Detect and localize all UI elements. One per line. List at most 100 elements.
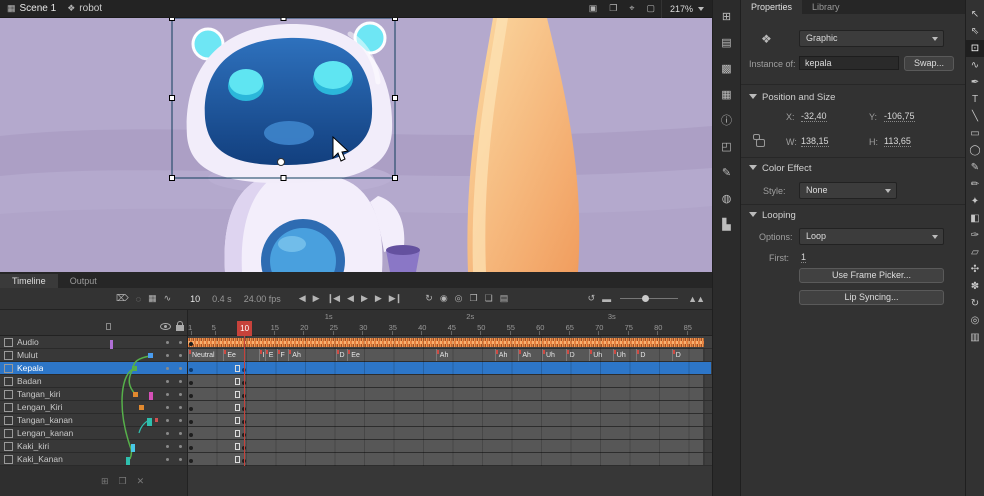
layer-item-mulut[interactable]: Mulut (0, 349, 187, 362)
layer-lock-dot[interactable] (179, 380, 182, 383)
timeline-zoom-slider[interactable] (620, 298, 678, 299)
robot-head-instance[interactable] (187, 23, 392, 183)
layer-visibility-dot[interactable] (166, 445, 169, 448)
frames-row-kaki_kanan[interactable] (188, 453, 712, 466)
current-frame-display[interactable]: 10 (190, 294, 200, 304)
layer-visibility-dot[interactable] (166, 406, 169, 409)
align-panel-icon[interactable]: ⊞ (715, 4, 739, 28)
frame-view-icon[interactable]: ▲▲ (684, 294, 708, 304)
frames-row-kepala[interactable] (188, 362, 712, 375)
onion-skin-icon[interactable]: ◉ (436, 293, 451, 304)
free-transform-tool[interactable]: ⊡ (966, 40, 984, 57)
h-value[interactable]: 113,65 (884, 136, 911, 147)
lip-syncing-button[interactable]: Lip Syncing... (799, 290, 944, 305)
motion-editor-icon[interactable]: ∿ (160, 293, 175, 304)
keyframe-hollow[interactable] (235, 404, 240, 411)
transform-panel-icon[interactable]: ◰ (715, 134, 739, 158)
hand-tool[interactable]: ✽ (966, 278, 984, 295)
center-stage-icon[interactable]: ⌖ (623, 3, 640, 14)
layer-visibility-dot[interactable] (166, 419, 169, 422)
keyframe-hollow[interactable] (235, 365, 240, 372)
eraser-tool[interactable]: ▱ (966, 244, 984, 261)
transform-point[interactable] (278, 159, 285, 166)
instance-name-field[interactable]: kepala (799, 56, 899, 70)
tab-library[interactable]: Library (802, 0, 850, 14)
layer-lock-dot[interactable] (179, 354, 182, 357)
add-camera-icon[interactable]: ⊞ (96, 476, 114, 487)
tab-output[interactable]: Output (58, 274, 109, 288)
loop-icon[interactable]: ↻ (421, 293, 436, 304)
tab-timeline[interactable]: Timeline (0, 274, 58, 288)
breadcrumb-scene[interactable]: Scene 1 (20, 3, 57, 14)
pencil-tool[interactable]: ✎ (966, 159, 984, 176)
keyframe-dot[interactable] (189, 446, 193, 450)
layer-lock-dot[interactable] (179, 406, 182, 409)
width-tool[interactable]: ✣ (966, 261, 984, 278)
keyframe-dot[interactable] (189, 459, 193, 463)
keyframe-hollow[interactable] (235, 430, 240, 437)
layer-item-audio[interactable]: Audio (0, 336, 187, 349)
show-hide-all-icon[interactable] (160, 323, 171, 330)
looping-options-dropdown[interactable]: Loop (799, 228, 944, 245)
keyframe-hollow[interactable] (235, 378, 240, 385)
copy-frames-icon[interactable]: ❏ (481, 293, 496, 304)
playhead-line[interactable] (244, 335, 245, 466)
layer-visibility-dot[interactable] (166, 367, 169, 370)
selection-tool[interactable]: ↖ (966, 6, 984, 23)
symbol-type-dropdown[interactable]: Graphic (799, 30, 944, 47)
delete-frames-icon[interactable]: ⌦ (112, 293, 132, 304)
frames-area[interactable]: 10 1s2s3s1515202530354045505560657075808… (188, 310, 712, 496)
keyframe-dot[interactable] (189, 433, 193, 437)
edit-symbols-icon[interactable]: ❐ (603, 3, 623, 14)
zoom-tool[interactable]: ◎ (966, 312, 984, 329)
layer-lock-dot[interactable] (179, 432, 182, 435)
frames-row-tangan_kiri[interactable] (188, 388, 712, 401)
keyframe-dot[interactable] (189, 394, 193, 398)
fit-stage-icon[interactable]: ▢ (640, 3, 661, 14)
line-tool[interactable]: ╲ (966, 108, 984, 125)
x-value[interactable]: -32,40 (801, 111, 827, 122)
insert-frame-icon[interactable]: ▤ (496, 293, 512, 304)
layer-lock-dot[interactable] (179, 458, 182, 461)
reset-timeline-zoom-icon[interactable]: ↺ (584, 293, 599, 304)
camera-icon[interactable]: ▣ (583, 3, 604, 14)
tab-properties[interactable]: Properties (741, 0, 802, 14)
use-frame-picker-button[interactable]: Use Frame Picker... (799, 268, 944, 283)
delete-layer-icon[interactable]: ✕ (132, 476, 150, 487)
first-frame-icon[interactable]: ❙◀ (323, 293, 343, 304)
keyframe-dot[interactable] (189, 342, 193, 346)
breadcrumb-symbol[interactable]: robot (79, 3, 102, 14)
layer-lock-dot[interactable] (179, 445, 182, 448)
oval-tool[interactable]: ◯ (966, 142, 984, 159)
parent-view-icon[interactable] (106, 323, 111, 330)
layer-visibility-dot[interactable] (166, 432, 169, 435)
position-size-section-header[interactable]: Position and Size (749, 92, 835, 103)
color-panel-icon[interactable]: ▩ (715, 56, 739, 80)
frame-rate-display[interactable]: 24.00 fps (244, 294, 281, 304)
stage-canvas[interactable] (0, 18, 712, 272)
motion-editor-panel-icon[interactable]: ▙ (715, 212, 739, 236)
looping-section-header[interactable]: Looping (749, 210, 796, 221)
publish-panel-icon[interactable]: ◍ (715, 186, 739, 210)
layer-visibility-dot[interactable] (166, 380, 169, 383)
frames-row-kaki_kiri[interactable] (188, 440, 712, 453)
layer-lock-dot[interactable] (179, 393, 182, 396)
subselection-tool[interactable]: ⇖ (966, 23, 984, 40)
shorter-frames-icon[interactable]: ▬ (598, 294, 614, 304)
edit-multiple-frames-icon[interactable]: ▦ (144, 293, 160, 304)
slider-knob[interactable] (642, 295, 649, 302)
text-tool[interactable]: T (966, 91, 984, 108)
keyframe-hollow[interactable] (235, 391, 240, 398)
y-value[interactable]: -106,75 (884, 111, 915, 122)
frames-row-tangan_kanan[interactable] (188, 414, 712, 427)
keyframe-dot[interactable] (189, 381, 193, 385)
paste-frames-icon[interactable]: ❐ (466, 293, 481, 304)
layer-item-tangan_kiri[interactable]: Tangan_kiri (0, 388, 187, 401)
layer-visibility-dot[interactable] (166, 354, 169, 357)
layer-lock-dot[interactable] (179, 367, 182, 370)
frames-row-badan[interactable] (188, 375, 712, 388)
w-value[interactable]: 138,15 (801, 136, 829, 147)
last-frame-icon[interactable]: ▶❙ (385, 293, 405, 304)
zoom-level-dropdown[interactable]: 217% (661, 0, 712, 18)
onion-outlines-icon[interactable]: ◎ (451, 293, 466, 304)
